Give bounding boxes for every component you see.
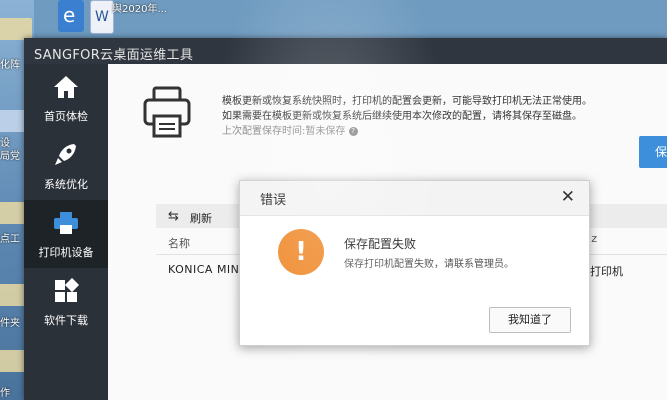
help-icon[interactable]: ? [348, 126, 358, 136]
sidebar-item-printer[interactable]: 打印机设备 [24, 200, 108, 268]
save-button[interactable]: 保 [639, 136, 667, 168]
last-save-text: 上次配置保存时间:暂未保存 [222, 126, 346, 137]
last-save-time: 上次配置保存时间:暂未保存 ? [222, 124, 642, 139]
dialog-message: 保存打印机配置失败，请联系管理员。 [344, 259, 514, 270]
sidebar-item-system-optimize[interactable]: 系统优化 [24, 132, 108, 200]
notice-line: 如果需要在模板更新或恢复系统后继续使用本次修改的配置，请将其保存至磁盘。 [222, 111, 582, 122]
sidebar-item-label: 系统优化 [44, 178, 88, 191]
dialog-title: 错误 [260, 193, 287, 208]
rocket-icon [52, 142, 80, 168]
svg-text:e: e [63, 3, 75, 27]
notice-line: 模板更新或恢复系统快照时，打印机的配置会更新，可能导致打印机无法正常使用。 [222, 96, 592, 107]
acknowledge-button[interactable]: 我知道了 [489, 307, 571, 333]
window-title: SANGFOR云桌面运维工具 [34, 48, 194, 63]
dialog-heading: 保存配置失败 [344, 237, 417, 251]
sidebar-item-label: 首页体检 [44, 110, 88, 123]
dialog-header: 错误 ✕ [240, 181, 589, 216]
svg-text:W: W [95, 9, 109, 25]
printer-icon [52, 210, 80, 236]
printer-config-notice: 模板更新或恢复系统快照时，打印机的配置会更新，可能导致打印机无法正常使用。 如果… [222, 94, 642, 139]
desktop-file-label: 與2020年... [112, 4, 167, 15]
error-dialog: 错误 ✕ ! 保存配置失败 保存打印机配置失败，请联系管理员。 我知道了 [239, 180, 590, 346]
apps-icon [52, 277, 80, 304]
home-icon [52, 74, 80, 100]
sidebar-item-label: 打印机设备 [38, 246, 94, 259]
word-document-icon[interactable]: W [90, 0, 114, 34]
sidebar-item-label: 软件下载 [44, 314, 88, 327]
warning-icon: ! [278, 229, 324, 275]
window-titlebar[interactable]: SANGFOR云桌面运维工具 [24, 38, 667, 64]
column-header-name[interactable]: 名称 [168, 235, 190, 251]
printer-illustration-icon [142, 86, 192, 140]
ie-browser-icon[interactable]: e [58, 0, 84, 32]
sidebar: 首页体检 系统优化 打印机设备 软件下载 [24, 64, 108, 400]
printer-type-cell: 打印机 [590, 265, 623, 278]
refresh-button[interactable]: 刷新 [190, 210, 212, 226]
column-header[interactable]: z [591, 232, 597, 245]
sidebar-item-health-check[interactable]: 首页体检 [24, 64, 108, 132]
refresh-icon[interactable]: ⇆ [168, 209, 179, 224]
sidebar-item-software-download[interactable]: 软件下载 [24, 268, 108, 336]
desktop-shortcut-icon[interactable] [0, 18, 32, 40]
close-icon[interactable]: ✕ [561, 187, 575, 207]
